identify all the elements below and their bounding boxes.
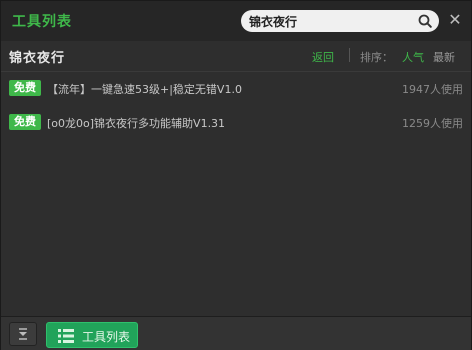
- tool-list-button[interactable]: 工具列表: [46, 322, 138, 348]
- free-badge: 免费: [9, 80, 41, 96]
- sort-label: 排序：: [360, 51, 393, 64]
- user-count: 1259人使用: [402, 117, 463, 130]
- results-header: 锦衣夜行 返回 排序： 人气 最新: [1, 41, 471, 72]
- search-icon[interactable]: [418, 14, 432, 28]
- list-item[interactable]: 免费 [o0龙0o]锦衣夜行多功能辅助V1.31 1259人使用: [1, 106, 471, 140]
- tool-list-window: 工具列表 ✕ 锦衣夜行 返回 排序： 人气 最新 免费 【流年】一键急速53级+…: [0, 0, 472, 350]
- sort-option-newest[interactable]: 最新: [433, 49, 455, 65]
- collapse-button[interactable]: [9, 322, 37, 346]
- free-badge: 免费: [9, 114, 41, 130]
- tool-list-button-label: 工具列表: [82, 330, 131, 344]
- list-icon: [58, 329, 74, 343]
- bottom-bar: 工具列表: [1, 316, 471, 350]
- divider: [349, 48, 350, 62]
- sort-option-popular[interactable]: 人气: [402, 49, 424, 65]
- back-link[interactable]: 返回: [312, 49, 334, 65]
- search-box[interactable]: [241, 10, 439, 32]
- page-title: 锦衣夜行: [9, 51, 66, 66]
- app-title: 工具列表: [12, 14, 72, 30]
- tool-title[interactable]: [o0龙0o]锦衣夜行多功能辅助V1.31: [47, 115, 225, 131]
- close-icon[interactable]: ✕: [448, 12, 462, 28]
- list-item[interactable]: 免费 【流年】一键急速53级+|稳定无错V1.0 1947人使用: [1, 72, 471, 106]
- collapse-icon: [19, 328, 27, 340]
- tool-title[interactable]: 【流年】一键急速53级+|稳定无错V1.0: [47, 81, 242, 97]
- search-input[interactable]: [249, 12, 409, 30]
- title-bar: 工具列表 ✕: [1, 1, 471, 41]
- results-list: 免费 【流年】一键急速53级+|稳定无错V1.0 1947人使用 免费 [o0龙…: [1, 72, 471, 140]
- user-count: 1947人使用: [402, 83, 463, 96]
